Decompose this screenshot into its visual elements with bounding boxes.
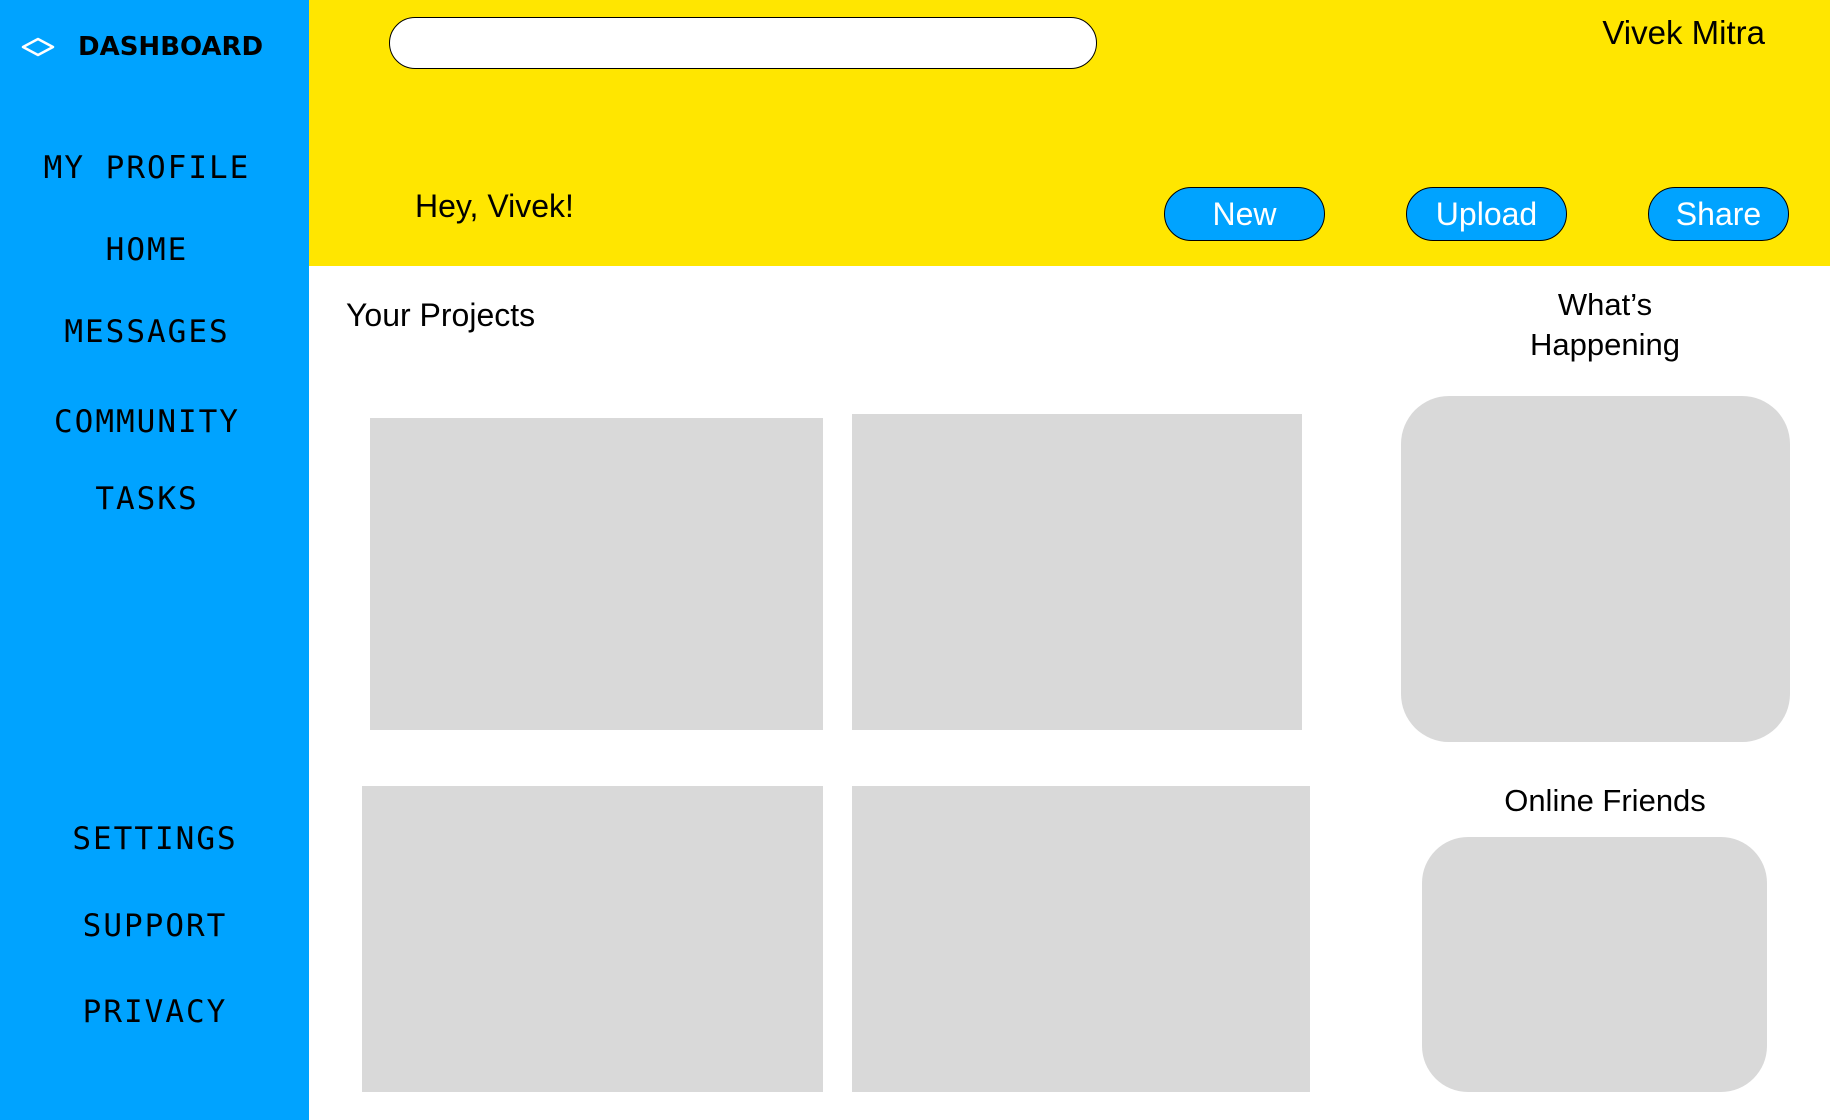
online-friends-title: Online Friends [1504, 783, 1706, 818]
sidebar-item-settings[interactable]: SETTINGS [8, 819, 302, 859]
sidebar-item-home[interactable]: HOME [0, 230, 294, 270]
search-input[interactable] [389, 17, 1097, 69]
whats-happening-panel [1401, 396, 1790, 742]
project-card[interactable] [362, 786, 823, 1092]
project-card[interactable] [852, 414, 1302, 730]
sidebar-item-support[interactable]: SUPPORT [8, 906, 302, 946]
brand[interactable]: DASHBOARD [20, 28, 263, 66]
upload-button[interactable]: Upload [1406, 187, 1567, 241]
share-button[interactable]: Share [1648, 187, 1789, 241]
projects-title: Your Projects [346, 297, 536, 333]
whats-happening-title: What’s Happening [1530, 287, 1680, 362]
user-name[interactable]: Vivek Mitra [1602, 14, 1765, 52]
header: Vivek Mitra Hey, Vivek! New Upload Share [309, 0, 1830, 266]
project-card[interactable] [852, 786, 1310, 1092]
sidebar-item-community[interactable]: COMMUNITY [0, 402, 294, 442]
sidebar-item-my-profile[interactable]: MY PROFILE [0, 148, 294, 188]
sidebar: DASHBOARD MY PROFILE HOME MESSAGES COMMU… [0, 0, 309, 1120]
project-card[interactable] [370, 418, 823, 730]
brand-label: DASHBOARD [78, 32, 264, 62]
sidebar-item-messages[interactable]: MESSAGES [0, 312, 294, 352]
greeting-text: Hey, Vivek! [415, 188, 574, 224]
online-friends-panel [1422, 837, 1767, 1092]
sidebar-item-privacy[interactable]: PRIVACY [8, 992, 302, 1032]
sidebar-item-tasks[interactable]: TASKS [0, 479, 294, 519]
diamond-outline-icon [20, 36, 56, 58]
new-button[interactable]: New [1164, 187, 1325, 241]
